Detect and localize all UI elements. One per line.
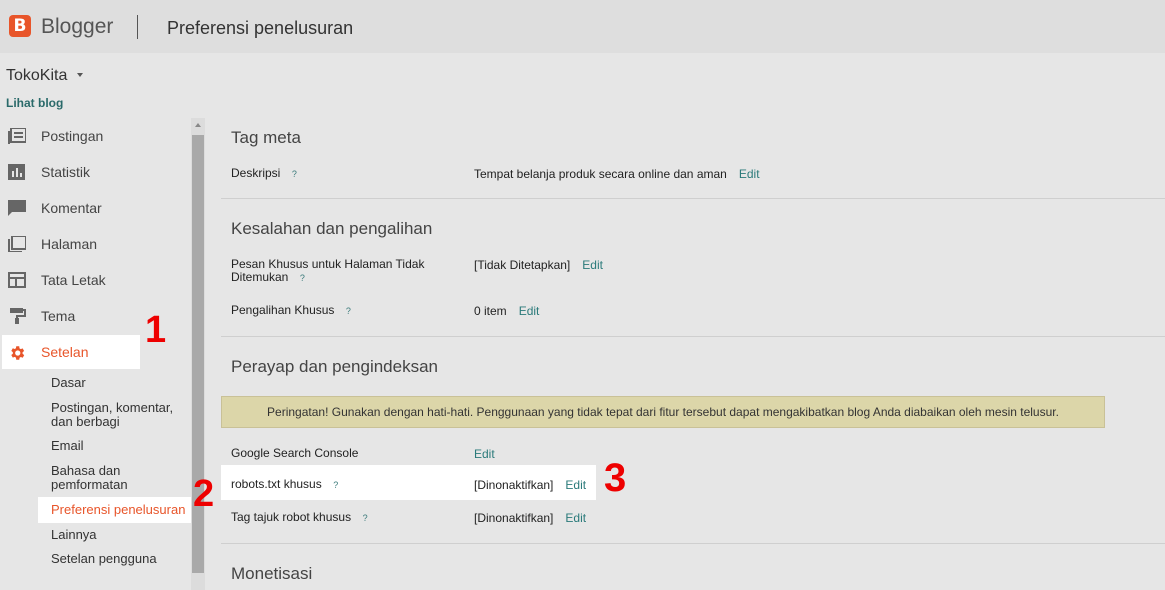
- sidebar-item-settings[interactable]: Setelan: [2, 335, 140, 369]
- stats-icon: [8, 164, 26, 180]
- row-label-custom-404: Pesan Khusus untuk Halaman Tidak Ditemuk…: [231, 258, 441, 284]
- edit-robots-txt-link[interactable]: Edit: [565, 478, 586, 492]
- edit-search-console-link[interactable]: Edit: [474, 447, 495, 461]
- row-label-description: Deskripsi?: [231, 167, 300, 180]
- annotation-marker-2: 2: [193, 473, 215, 515]
- row-label-search-console: Google Search Console: [231, 447, 358, 460]
- row-value-custom-robots-txt: [Dinonaktifkan] Edit: [474, 478, 586, 492]
- edit-custom-404-link[interactable]: Edit: [582, 258, 603, 272]
- sidebar-item-posts[interactable]: Postingan: [0, 119, 190, 153]
- sidebar-scrollbar[interactable]: [191, 118, 205, 590]
- sidebar-item-label: Setelan: [41, 344, 89, 360]
- label-text: Pesan Khusus untuk Halaman Tidak Ditemuk…: [231, 257, 425, 284]
- section-title-crawlers-indexing: Perayap dan pengindeksan: [231, 357, 438, 376]
- section-title-monetization: Monetisasi: [231, 564, 313, 583]
- value-text: 0 item: [474, 304, 507, 318]
- edit-description-link[interactable]: Edit: [739, 167, 760, 181]
- label-text: Deskripsi: [231, 166, 281, 180]
- layout-icon: [8, 272, 26, 288]
- annotation-marker-3: 3: [604, 456, 627, 500]
- label-text: Tag tajuk robot khusus: [231, 510, 352, 524]
- annotation-marker-1: 1: [145, 309, 167, 351]
- label-text: Google Search Console: [231, 446, 359, 460]
- sidebar-item-label: Tata Letak: [41, 272, 106, 288]
- value-text: [Tidak Ditetapkan]: [474, 258, 571, 272]
- sidebar-item-label: Halaman: [41, 236, 98, 252]
- subnav-posts-comments-sharing[interactable]: Postingan, komentar, dan berbagi: [51, 401, 181, 429]
- sidebar-item-comments[interactable]: Komentar: [0, 191, 190, 225]
- row-value-robots-header-tags: [Dinonaktifkan] Edit: [474, 511, 586, 525]
- sidebar-item-label: Komentar: [41, 200, 102, 216]
- subnav-search-preferences[interactable]: Preferensi penelusuran: [38, 497, 195, 523]
- row-label-robots-header-tags: Tag tajuk robot khusus?: [231, 511, 371, 524]
- help-icon[interactable]: ?: [296, 272, 308, 284]
- row-label-custom-redirects: Pengalihan Khusus?: [231, 304, 354, 317]
- edit-custom-redirects-link[interactable]: Edit: [519, 304, 540, 318]
- sidebar-item-stats[interactable]: Statistik: [0, 155, 190, 189]
- section-title-meta-tags: Tag meta: [231, 128, 301, 147]
- subnav-other[interactable]: Lainnya: [51, 528, 97, 542]
- help-icon[interactable]: ?: [330, 479, 342, 491]
- brand-name[interactable]: Blogger: [41, 15, 113, 39]
- row-label-custom-robots-txt: robots.txt khusus?: [231, 478, 342, 491]
- subnav-language-formatting[interactable]: Bahasa dan pemformatan: [51, 464, 141, 492]
- edit-robots-header-tags-link[interactable]: Edit: [565, 511, 586, 525]
- subnav-basic[interactable]: Dasar: [51, 376, 86, 390]
- sidebar-item-pages[interactable]: Halaman: [0, 227, 190, 261]
- subnav-email[interactable]: Email: [51, 439, 84, 453]
- section-divider: [221, 198, 1165, 199]
- section-divider: [221, 543, 1165, 544]
- label-text: Pengalihan Khusus: [231, 303, 335, 317]
- caret-down-icon[interactable]: [77, 73, 83, 77]
- help-icon[interactable]: ?: [359, 512, 371, 524]
- warning-banner: Peringatan! Gunakan dengan hati-hati. Pe…: [221, 396, 1105, 428]
- sidebar-item-label: Postingan: [41, 128, 104, 144]
- row-value-search-console: Edit: [474, 447, 495, 461]
- top-bar: B Blogger Preferensi penelusuran: [0, 0, 1165, 53]
- comment-icon: [8, 200, 26, 216]
- value-text: [Dinonaktifkan]: [474, 511, 554, 525]
- page-title: Preferensi penelusuran: [167, 18, 354, 38]
- section-divider: [221, 336, 1165, 337]
- paint-roller-icon: [8, 308, 26, 324]
- view-blog-link[interactable]: Lihat blog: [6, 96, 63, 110]
- help-icon[interactable]: ?: [288, 168, 300, 180]
- section-title-errors-redirects: Kesalahan dan pengalihan: [231, 219, 433, 238]
- scroll-up-arrow-icon[interactable]: [195, 123, 201, 127]
- row-value-custom-redirects: 0 item Edit: [474, 304, 539, 318]
- header-divider: [137, 15, 138, 39]
- subnav-user-settings[interactable]: Setelan pengguna: [51, 552, 157, 566]
- value-text: [Dinonaktifkan]: [474, 478, 554, 492]
- label-text: robots.txt khusus: [231, 477, 322, 491]
- blog-selector[interactable]: TokoKita: [6, 67, 67, 85]
- row-value-description: Tempat belanja produk secara online dan …: [474, 167, 760, 181]
- help-icon[interactable]: ?: [342, 305, 354, 317]
- posts-icon: [8, 128, 26, 144]
- sidebar-item-label: Statistik: [41, 164, 91, 180]
- sidebar-item-layout[interactable]: Tata Letak: [0, 263, 190, 297]
- gear-icon: [8, 344, 26, 360]
- sidebar-item-label: Tema: [41, 308, 76, 324]
- pages-icon: [8, 236, 26, 252]
- blogger-logo-icon[interactable]: B: [9, 15, 31, 37]
- row-value-custom-404: [Tidak Ditetapkan] Edit: [474, 258, 603, 272]
- value-text: Tempat belanja produk secara online dan …: [474, 167, 727, 181]
